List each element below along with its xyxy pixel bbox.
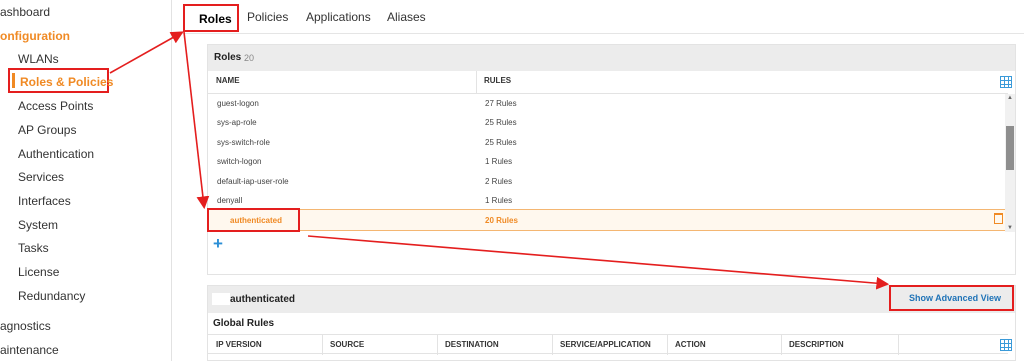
role-rules: 27 Rules (485, 99, 517, 108)
role-rules: 2 Rules (485, 177, 513, 186)
tab-applications[interactable]: Applications (306, 10, 371, 24)
tab-aliases[interactable]: Aliases (387, 10, 426, 24)
sidebar-item-label: Roles & Policies (20, 75, 114, 89)
tab-bar: Roles Policies Applications Aliases (173, 0, 1024, 34)
role-name: sys-ap-role (217, 118, 257, 127)
selected-indicator (12, 73, 15, 88)
roles-panel-title: Roles (214, 52, 242, 63)
role-detail-panel: authenticated Show Advanced View Global … (207, 285, 1016, 361)
tab-roles[interactable]: Roles (183, 4, 239, 32)
tab-policies[interactable]: Policies (247, 10, 288, 24)
role-rules: 1 Rules (485, 157, 513, 166)
column-divider (476, 71, 477, 93)
role-rules: 1 Rules (485, 196, 513, 205)
role-name: default-iap-user-role (217, 177, 289, 186)
table-row[interactable]: default-iap-user-role 2 Rules (208, 172, 1005, 191)
sidebar-item-system[interactable]: System (18, 218, 58, 232)
scroll-up-icon[interactable]: ▲ (1007, 95, 1013, 101)
add-role-icon[interactable]: + (213, 235, 223, 252)
show-advanced-view-button[interactable]: Show Advanced View (889, 285, 1014, 311)
sidebar-item-tasks[interactable]: Tasks (18, 241, 49, 255)
column-header-ip-version[interactable]: IP VERSION (216, 340, 262, 349)
column-divider (781, 335, 782, 355)
sidebar-item-license[interactable]: License (18, 265, 59, 279)
redaction-block (212, 293, 230, 305)
scroll-down-icon[interactable]: ▼ (1007, 225, 1013, 231)
column-header-service-application[interactable]: SERVICE/APPLICATION (560, 340, 651, 349)
table-row[interactable]: guest-logon 27 Rules (208, 94, 1005, 113)
role-rules: 25 Rules (485, 118, 517, 127)
sidebar-item-ap-groups[interactable]: AP Groups (18, 123, 76, 137)
column-header-rules[interactable]: RULES (484, 76, 511, 85)
trash-icon[interactable] (994, 213, 1003, 224)
table-columns-icon[interactable] (1000, 339, 1012, 351)
sidebar-item-redundancy[interactable]: Redundancy (18, 289, 85, 303)
column-header-destination[interactable]: DESTINATION (445, 340, 499, 349)
sidebar: ashboard onfiguration WLANs Roles & Poli… (0, 0, 172, 361)
role-name: sys-switch-role (217, 138, 270, 147)
nav-maintenance[interactable]: aintenance (0, 343, 59, 357)
roles-panel: Roles 20 NAME RULES guest-logon 27 Rules… (207, 44, 1016, 275)
show-advanced-view-link[interactable]: Show Advanced View (909, 293, 1001, 303)
sidebar-item-wlans[interactable]: WLANs (18, 52, 59, 66)
roles-panel-header: Roles 20 (208, 45, 1015, 71)
column-divider (667, 335, 668, 355)
column-divider (322, 335, 323, 355)
role-rules: 25 Rules (485, 138, 517, 147)
table-row[interactable]: sys-ap-role 25 Rules (208, 113, 1005, 132)
roles-count-badge: 20 (244, 53, 255, 63)
column-header-description[interactable]: DESCRIPTION (789, 340, 844, 349)
role-rules: 20 Rules (485, 216, 518, 225)
nav-configuration[interactable]: onfiguration (0, 29, 70, 43)
global-rules-heading: Global Rules (213, 318, 275, 329)
arrow-tab-to-row (183, 31, 210, 210)
sidebar-item-services[interactable]: Services (18, 170, 64, 184)
column-divider (437, 335, 438, 355)
table-row[interactable]: denyall 1 Rules (208, 191, 1005, 210)
role-name: denyall (217, 196, 243, 205)
column-header-action[interactable]: ACTION (675, 340, 706, 349)
nav-diagnostics[interactable]: agnostics (0, 319, 51, 333)
roles-scrollbar[interactable]: ▲ ▼ (1005, 94, 1015, 232)
role-name: switch-logon (217, 157, 262, 166)
table-columns-icon[interactable] (1000, 76, 1012, 88)
column-header-source[interactable]: SOURCE (330, 340, 364, 349)
column-divider (898, 335, 899, 355)
sidebar-item-access-points[interactable]: Access Points (18, 99, 93, 113)
table-row[interactable]: sys-switch-role 25 Rules (208, 133, 1005, 152)
role-detail-title: authenticated (230, 294, 296, 305)
tab-roles-label: Roles (199, 12, 232, 26)
sidebar-item-interfaces[interactable]: Interfaces (18, 194, 71, 208)
sidebar-item-roles-policies[interactable]: Roles & Policies (8, 68, 113, 93)
role-name: guest-logon (217, 99, 259, 108)
table-row-selected[interactable]: authenticated 20 Rules (207, 208, 1005, 232)
column-divider (552, 335, 553, 355)
column-header-name[interactable]: NAME (216, 76, 240, 85)
role-name: authenticated (230, 216, 283, 225)
scroll-thumb[interactable] (1006, 126, 1014, 170)
nav-dashboard[interactable]: ashboard (0, 5, 50, 19)
role-detail-header: authenticated Show Advanced View (208, 285, 1015, 313)
global-rules-header: IP VERSION SOURCE DESTINATION SERVICE/AP… (208, 334, 1012, 355)
table-row[interactable]: switch-logon 1 Rules (208, 152, 1005, 171)
sidebar-item-authentication[interactable]: Authentication (18, 147, 94, 161)
